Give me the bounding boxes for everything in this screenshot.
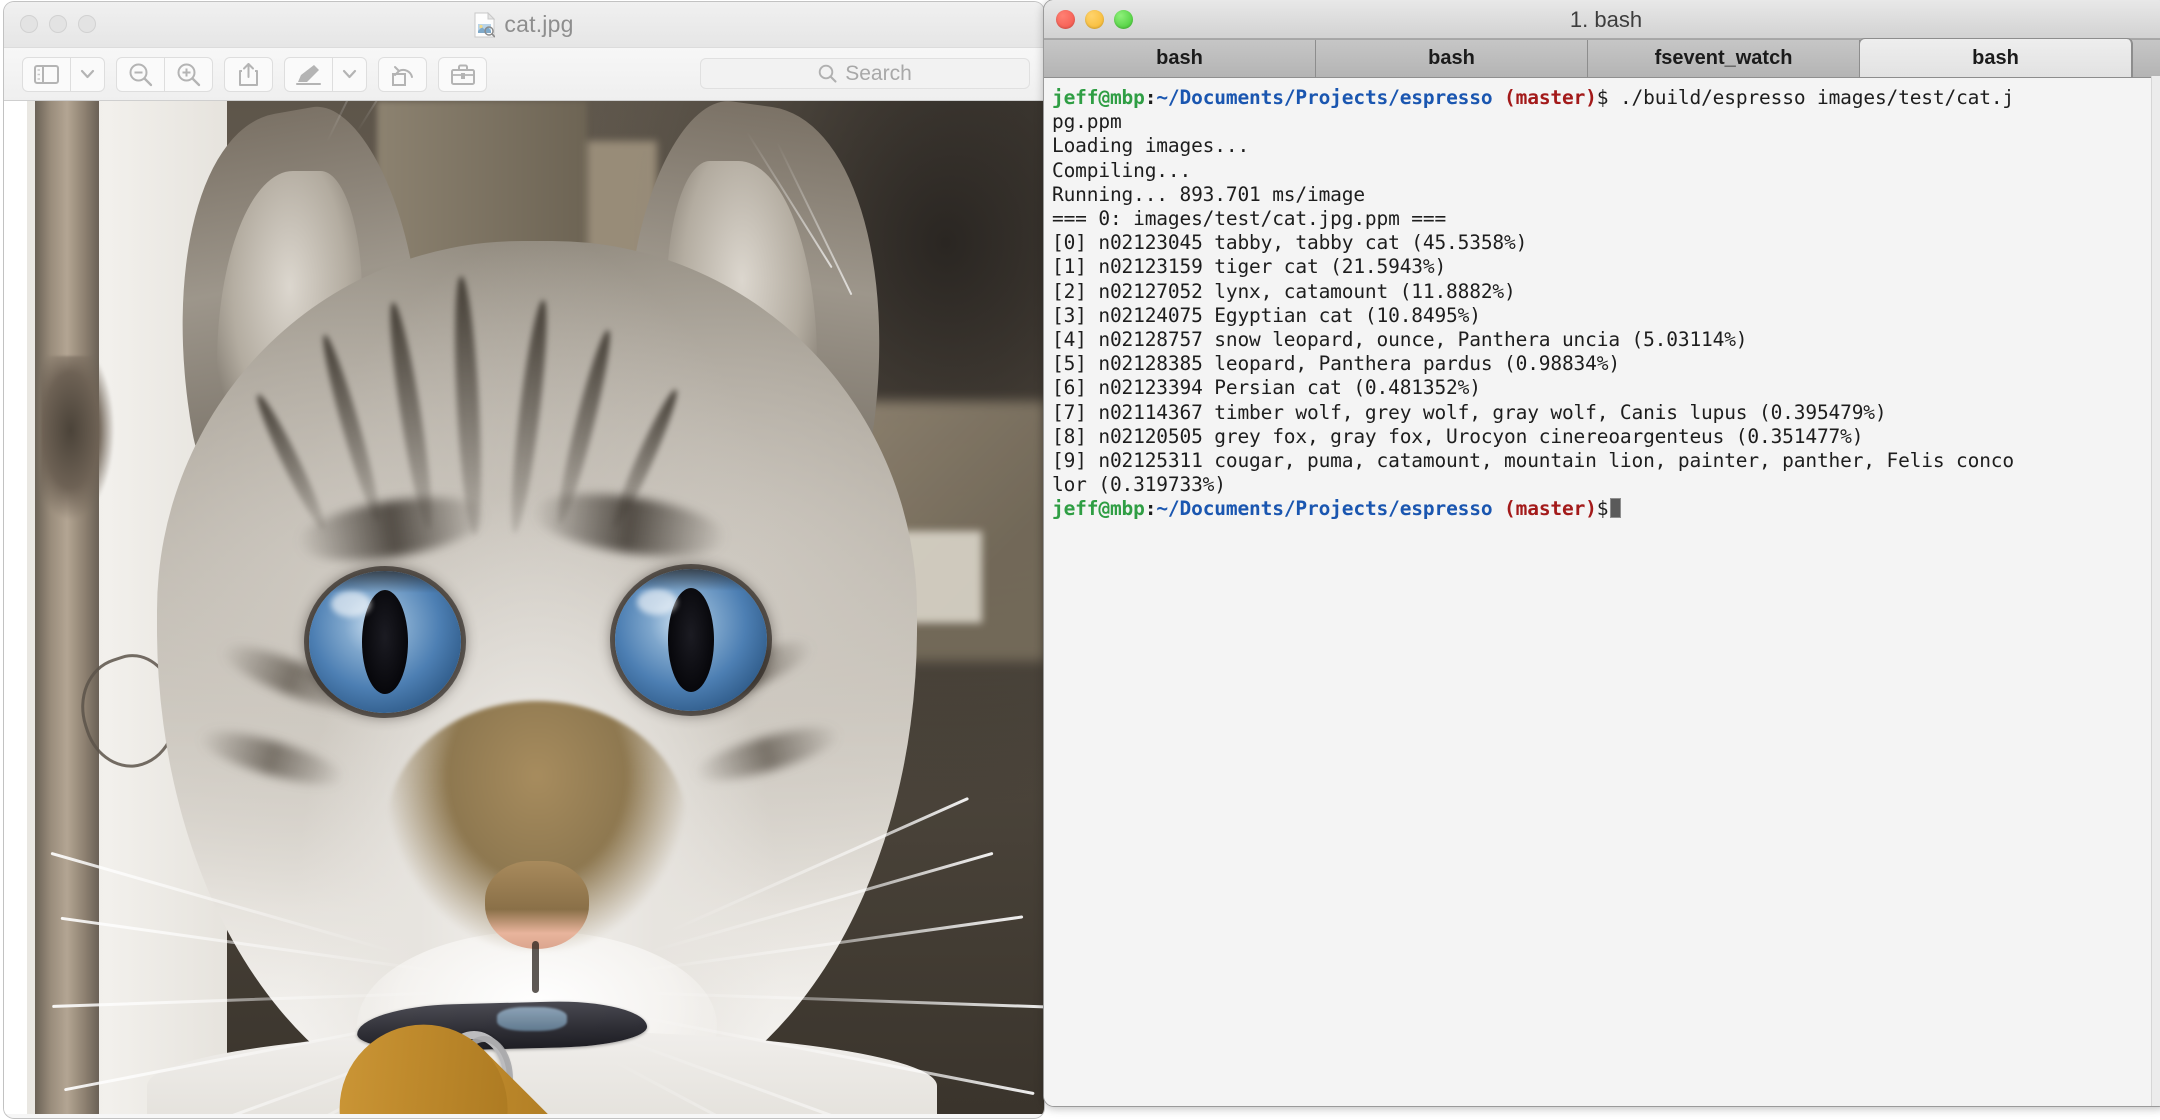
share-group[interactable] xyxy=(224,57,273,92)
terminal-output-line: [9] n02125311 cougar, puma, catamount, m… xyxy=(1052,449,2160,473)
rotate-left-icon xyxy=(390,62,416,87)
terminal-output-line: lor (0.319733%) xyxy=(1052,473,2160,497)
prompt-user-host: jeff@mbp xyxy=(1052,86,1145,109)
markup-chevron-button[interactable] xyxy=(333,58,366,91)
zoom-out-button[interactable] xyxy=(117,58,164,91)
preview-title-area: cat.jpg xyxy=(4,11,1044,38)
terminal-tab-3[interactable]: bash xyxy=(1860,39,2132,77)
close-button[interactable] xyxy=(20,15,38,33)
terminal-final-prompt: jeff@mbp:~/Documents/Projects/espresso (… xyxy=(1052,497,2160,521)
terminal-output-line: [0] n02123045 tabby, tabby cat (45.5358%… xyxy=(1052,231,2160,255)
search-field[interactable]: Search xyxy=(700,58,1030,89)
pen-icon xyxy=(295,63,322,86)
preview-toolbar: Search xyxy=(4,48,1044,101)
zoom-in-button[interactable] xyxy=(165,58,212,91)
eye-glint xyxy=(331,591,371,617)
zoom-group[interactable] xyxy=(116,57,213,92)
terminal-output-line: [5] n02128385 leopard, Panthera pardus (… xyxy=(1052,352,2160,376)
terminal-tab-bar[interactable]: bashbashfsevent_watchbash xyxy=(1044,39,2160,78)
prompt-colon: : xyxy=(1145,497,1157,520)
sidebar-toggle-group[interactable] xyxy=(22,57,105,92)
zoom-in-icon xyxy=(176,62,201,87)
preview-traffic-lights xyxy=(20,15,96,33)
terminal-titlebar[interactable]: 1. bash xyxy=(1044,0,2160,39)
markup-toolbar-button[interactable] xyxy=(439,58,486,91)
collar-highlight xyxy=(497,1007,567,1031)
terminal-output-line: [6] n02123394 Persian cat (0.481352%) xyxy=(1052,376,2160,400)
image-canvas[interactable] xyxy=(4,101,1044,1114)
terminal-output-line: [4] n02128757 snow leopard, ounce, Panth… xyxy=(1052,328,2160,352)
terminal-title: 1. bash xyxy=(1044,7,2160,33)
prompt-sigil: $ xyxy=(1597,86,1609,109)
document-icon xyxy=(474,12,495,38)
prompt-colon: : xyxy=(1145,86,1157,109)
right-eye xyxy=(615,569,767,711)
tag-ring-inner xyxy=(455,1036,513,1114)
terminal-output-line: Loading images... xyxy=(1052,134,2160,158)
text-cursor xyxy=(1610,498,1621,518)
sidebar-icon xyxy=(34,65,59,84)
desktop-screen: cat.jpg xyxy=(0,0,2160,1120)
search-input[interactable]: Search xyxy=(845,62,912,86)
prompt-user-host: jeff@mbp xyxy=(1052,497,1145,520)
cat-photo xyxy=(27,101,1044,1114)
chevron-down-icon xyxy=(342,69,357,79)
preview-window[interactable]: cat.jpg xyxy=(4,2,1044,1118)
zoom-button[interactable] xyxy=(78,15,96,33)
terminal-output-lines: Loading images...Compiling...Running... … xyxy=(1052,134,2160,497)
markup-button[interactable] xyxy=(285,58,332,91)
terminal-output-line: [8] n02120505 grey fox, gray fox, Urocyo… xyxy=(1052,425,2160,449)
eyelid xyxy=(309,571,461,593)
toolbox-group[interactable] xyxy=(438,57,487,92)
terminal-scrollbar[interactable] xyxy=(2151,76,2160,1106)
prompt-path: ~/Documents/Projects/espresso xyxy=(1156,497,1492,520)
prompt-git-branch: (master) xyxy=(1504,86,1597,109)
share-icon xyxy=(238,62,259,87)
terminal-output-line: Compiling... xyxy=(1052,159,2160,183)
cat-figure xyxy=(27,101,1044,1114)
terminal-tab-0[interactable]: bash xyxy=(1044,40,1316,77)
search-icon xyxy=(818,64,837,83)
left-eye xyxy=(309,571,461,713)
share-button[interactable] xyxy=(225,58,272,91)
eye-glint xyxy=(637,589,677,615)
rotate-group[interactable] xyxy=(378,57,427,92)
zoom-out-icon xyxy=(128,62,153,87)
terminal-output-line: [7] n02114367 timber wolf, grey wolf, gr… xyxy=(1052,401,2160,425)
terminal-output-line: === 0: images/test/cat.jpg.ppm === xyxy=(1052,207,2160,231)
terminal-tab-overflow[interactable] xyxy=(2132,40,2160,77)
terminal-command-wrap: pg.ppm xyxy=(1052,110,2160,134)
prompt-git-branch: (master) xyxy=(1504,497,1597,520)
prompt-path: ~/Documents/Projects/espresso xyxy=(1156,86,1492,109)
rotate-left-button[interactable] xyxy=(379,58,426,91)
terminal-command: ./build/espresso images/test/cat.j xyxy=(1608,86,2014,109)
terminal-output-line: [3] n02124075 Egyptian cat (10.8495%) xyxy=(1052,304,2160,328)
page-title: cat.jpg xyxy=(504,11,573,38)
terminal-output-line: [2] n02127052 lynx, catamount (11.8882%) xyxy=(1052,280,2160,304)
chevron-down-icon xyxy=(80,69,95,79)
sidebar-chevron-button[interactable] xyxy=(71,58,104,91)
terminal-output-line: Running... 893.701 ms/image xyxy=(1052,183,2160,207)
preview-titlebar[interactable]: cat.jpg xyxy=(4,2,1044,48)
markup-group[interactable] xyxy=(284,57,367,92)
terminal-output-area[interactable]: jeff@mbp:~/Documents/Projects/espresso (… xyxy=(1044,78,2160,1106)
terminal-output-line: [1] n02123159 tiger cat (21.5943%) xyxy=(1052,255,2160,279)
toolbox-icon xyxy=(450,63,476,86)
minimize-button[interactable] xyxy=(49,15,67,33)
terminal-window[interactable]: 1. bash bashbashfsevent_watchbash jeff@m… xyxy=(1044,0,2160,1106)
eyelid xyxy=(615,569,767,591)
prompt-sigil: $ xyxy=(1597,497,1609,520)
terminal-tab-2[interactable]: fsevent_watch xyxy=(1588,40,1860,77)
sidebar-button[interactable] xyxy=(23,58,70,91)
terminal-prompt-line: jeff@mbp:~/Documents/Projects/espresso (… xyxy=(1052,86,2160,110)
cat-nose xyxy=(485,861,589,949)
terminal-tab-1[interactable]: bash xyxy=(1316,40,1588,77)
